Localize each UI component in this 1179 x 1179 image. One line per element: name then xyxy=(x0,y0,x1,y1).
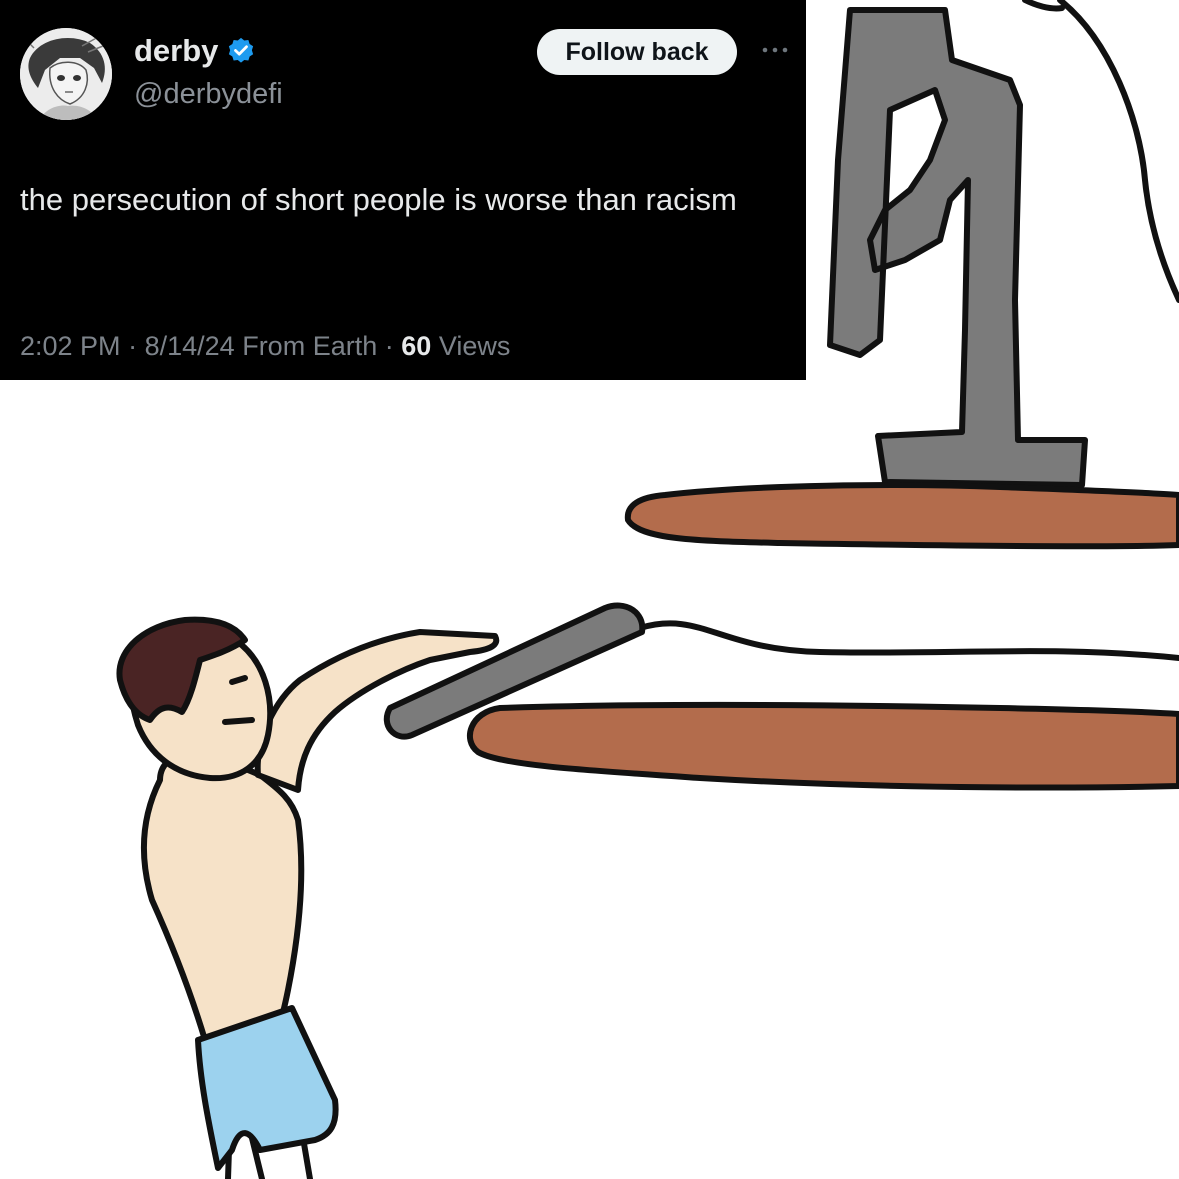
meta-separator: · xyxy=(128,331,138,361)
keyboard-cable xyxy=(637,620,1179,661)
avatar[interactable] xyxy=(20,28,112,120)
views-label: Views xyxy=(438,331,511,361)
monitor-outline xyxy=(1057,0,1179,303)
tweet-card: derby @derbydefi Follow back the persecu… xyxy=(0,0,806,380)
meme-image: derby @derbydefi Follow back the persecu… xyxy=(0,0,1179,1179)
verified-badge-icon xyxy=(226,36,256,66)
monitor-back-line xyxy=(1022,0,1065,12)
tweet-source: From Earth xyxy=(242,331,378,361)
tweet-meta: 2:02 PM · 8/14/24 From Earth · 60 Views xyxy=(20,329,510,363)
user-handle[interactable]: @derbydefi xyxy=(134,77,283,111)
upper-shelf xyxy=(624,482,1179,550)
meta-separator: · xyxy=(384,331,394,361)
boy-shorts xyxy=(195,1005,339,1171)
display-name[interactable]: derby xyxy=(134,33,218,69)
tweet-date[interactable]: 8/14/24 xyxy=(145,331,235,361)
boy-mouth xyxy=(222,717,255,725)
views-count[interactable]: 60 xyxy=(401,331,431,361)
more-options-icon[interactable] xyxy=(760,42,790,58)
lower-shelf xyxy=(466,701,1179,791)
monitor-stand xyxy=(827,7,1088,488)
tweet-text: the persecution of short people is worse… xyxy=(20,182,737,217)
follow-back-button[interactable]: Follow back xyxy=(537,29,737,75)
name-row: derby xyxy=(134,33,256,69)
anime-avatar-icon xyxy=(20,28,112,120)
tweet-time[interactable]: 2:02 PM xyxy=(20,331,121,361)
boy-eye xyxy=(229,675,248,685)
